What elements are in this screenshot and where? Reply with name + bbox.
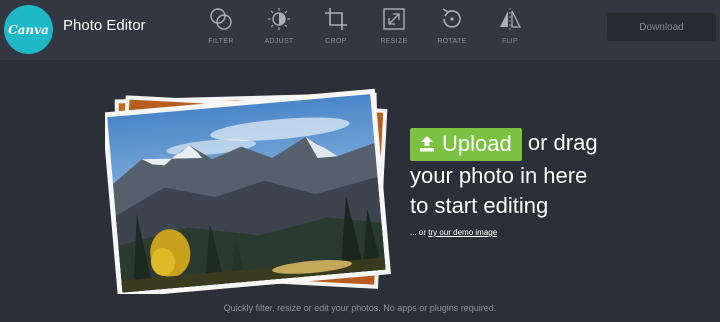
filter-label: FILTER	[208, 38, 234, 45]
logo-text: Canva	[8, 22, 49, 37]
flip-tool[interactable]: FLIP	[480, 6, 540, 52]
filter-tool[interactable]: FILTER	[191, 6, 251, 52]
flip-icon	[500, 8, 522, 30]
app-title: Photo Editor	[63, 17, 146, 34]
sample-photo-stack[interactable]	[101, 84, 395, 298]
resize-tool[interactable]: RESIZE	[364, 6, 424, 52]
upload-button[interactable]: Upload	[410, 128, 522, 161]
top-bar: Canva Photo Editor FILTER ADJUST CROP RE…	[0, 0, 720, 60]
demo-line: ... or try our demo image	[410, 228, 710, 237]
upload-text-2: your photo in here	[410, 163, 588, 188]
upload-area: Upload or drag your photo in here to sta…	[410, 128, 710, 237]
crop-icon	[325, 8, 347, 30]
upload-text-1: or drag	[527, 130, 598, 155]
adjust-tool[interactable]: ADJUST	[249, 6, 309, 52]
adjust-icon	[268, 8, 290, 30]
sample-photo	[101, 88, 391, 298]
demo-prefix: ... or	[410, 228, 427, 237]
upload-button-label: Upload	[442, 131, 512, 156]
adjust-label: ADJUST	[264, 38, 294, 45]
demo-image-link[interactable]: try our demo image	[428, 228, 497, 237]
rotate-label: ROTATE	[437, 38, 467, 45]
download-button[interactable]: Download	[607, 13, 716, 41]
rotate-icon	[442, 8, 461, 28]
crop-label: CROP	[325, 38, 347, 45]
upload-icon	[420, 136, 434, 152]
filter-icon	[210, 8, 232, 30]
resize-label: RESIZE	[380, 38, 408, 45]
upload-text-3: to start editing	[410, 193, 549, 218]
flip-label: FLIP	[502, 38, 518, 45]
rotate-tool[interactable]: ROTATE	[422, 6, 482, 52]
resize-icon	[383, 8, 405, 30]
canva-logo[interactable]: Canva	[4, 5, 53, 54]
footer-text: Quickly filter, resize or edit your phot…	[223, 303, 497, 313]
crop-tool[interactable]: CROP	[306, 6, 366, 52]
